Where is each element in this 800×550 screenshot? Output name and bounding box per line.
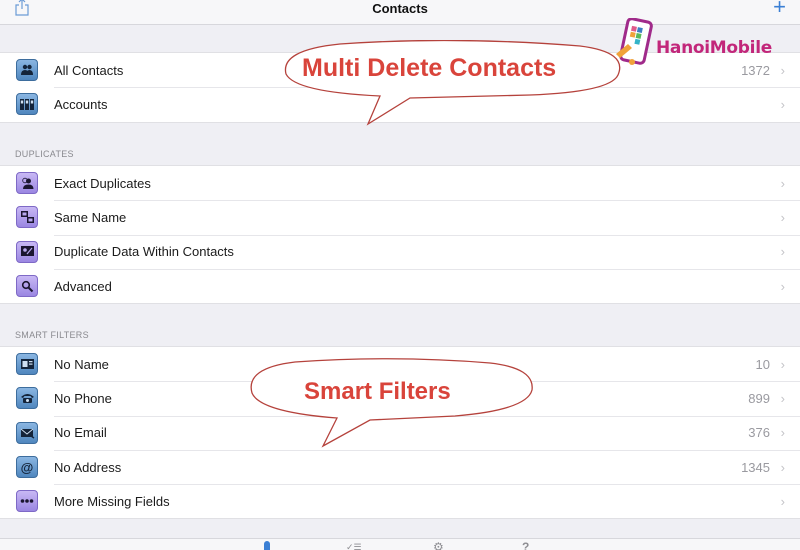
duplicates-section: Exact Duplicates › Same Name › Duplicate…	[0, 165, 800, 305]
accounts-icon	[16, 93, 38, 116]
at-icon: @	[16, 456, 38, 479]
phone-icon	[16, 387, 38, 410]
row-label: Accounts	[54, 96, 108, 112]
chevron-right-icon: ›	[780, 209, 785, 225]
row-label: All Contacts	[54, 62, 124, 78]
search-icon	[16, 275, 38, 298]
contacts-tab-icon[interactable]	[264, 541, 270, 550]
watermark-logo: HanoiMobile	[612, 17, 800, 70]
row-label: No Phone	[54, 390, 112, 406]
phone-logo-icon	[616, 17, 653, 65]
watermark-text: HanoiMobile	[656, 38, 772, 58]
email-icon	[16, 421, 38, 444]
more-icon	[16, 490, 38, 513]
count-badge: 376	[748, 425, 770, 441]
settings-tab-icon[interactable]: ⚙	[433, 541, 444, 550]
tab-bar: ✓☰ ⚙ ?	[0, 538, 800, 550]
list-tab-icon[interactable]: ✓☰	[346, 541, 362, 550]
row-label: Duplicate Data Within Contacts	[54, 244, 234, 260]
list-item-advanced[interactable]: Advanced ›	[0, 268, 800, 303]
same-name-icon	[16, 206, 38, 229]
section-header-smart-filters: SMART FILTERS	[15, 330, 89, 340]
count-badge: 899	[748, 390, 770, 406]
page-title: Contacts	[372, 1, 428, 16]
chevron-right-icon: ›	[780, 390, 785, 406]
row-label: No Address	[54, 459, 122, 475]
list-item-no-address[interactable]: @ No Address 1345 ›	[0, 449, 800, 484]
row-label: No Email	[54, 425, 107, 441]
count-badge: 1345	[741, 459, 770, 475]
row-label: Advanced	[54, 278, 112, 294]
chevron-right-icon: ›	[780, 425, 785, 441]
list-item-duplicate-data[interactable]: Duplicate Data Within Contacts ›	[0, 234, 800, 269]
no-name-icon	[16, 353, 38, 376]
chevron-right-icon: ›	[780, 175, 785, 191]
chevron-right-icon: ›	[780, 459, 785, 475]
row-label: Exact Duplicates	[54, 175, 151, 191]
duplicate-data-icon	[16, 240, 38, 263]
row-label: More Missing Fields	[54, 493, 170, 509]
callout-text-multi-delete: Multi Delete Contacts	[302, 54, 557, 82]
list-item-same-name[interactable]: Same Name ›	[0, 200, 800, 234]
chevron-right-icon: ›	[780, 96, 785, 112]
section-header-duplicates: DUPLICATES	[15, 149, 74, 159]
row-label: No Name	[54, 356, 109, 372]
row-label: Same Name	[54, 209, 127, 225]
chevron-right-icon: ›	[780, 278, 785, 294]
chevron-right-icon: ›	[780, 356, 785, 372]
add-button[interactable]: +	[773, 0, 786, 18]
count-badge: 10	[755, 356, 770, 372]
people-icon	[16, 59, 38, 82]
list-item-more-missing-fields[interactable]: More Missing Fields ›	[0, 484, 800, 518]
chevron-right-icon: ›	[780, 244, 785, 260]
chevron-right-icon: ›	[780, 493, 785, 509]
callout-text-smart-filters: Smart Filters	[304, 378, 451, 405]
help-tab-icon[interactable]: ?	[522, 541, 529, 550]
list-item-exact-duplicates[interactable]: Exact Duplicates ›	[0, 166, 800, 200]
duplicate-person-icon	[16, 172, 38, 195]
